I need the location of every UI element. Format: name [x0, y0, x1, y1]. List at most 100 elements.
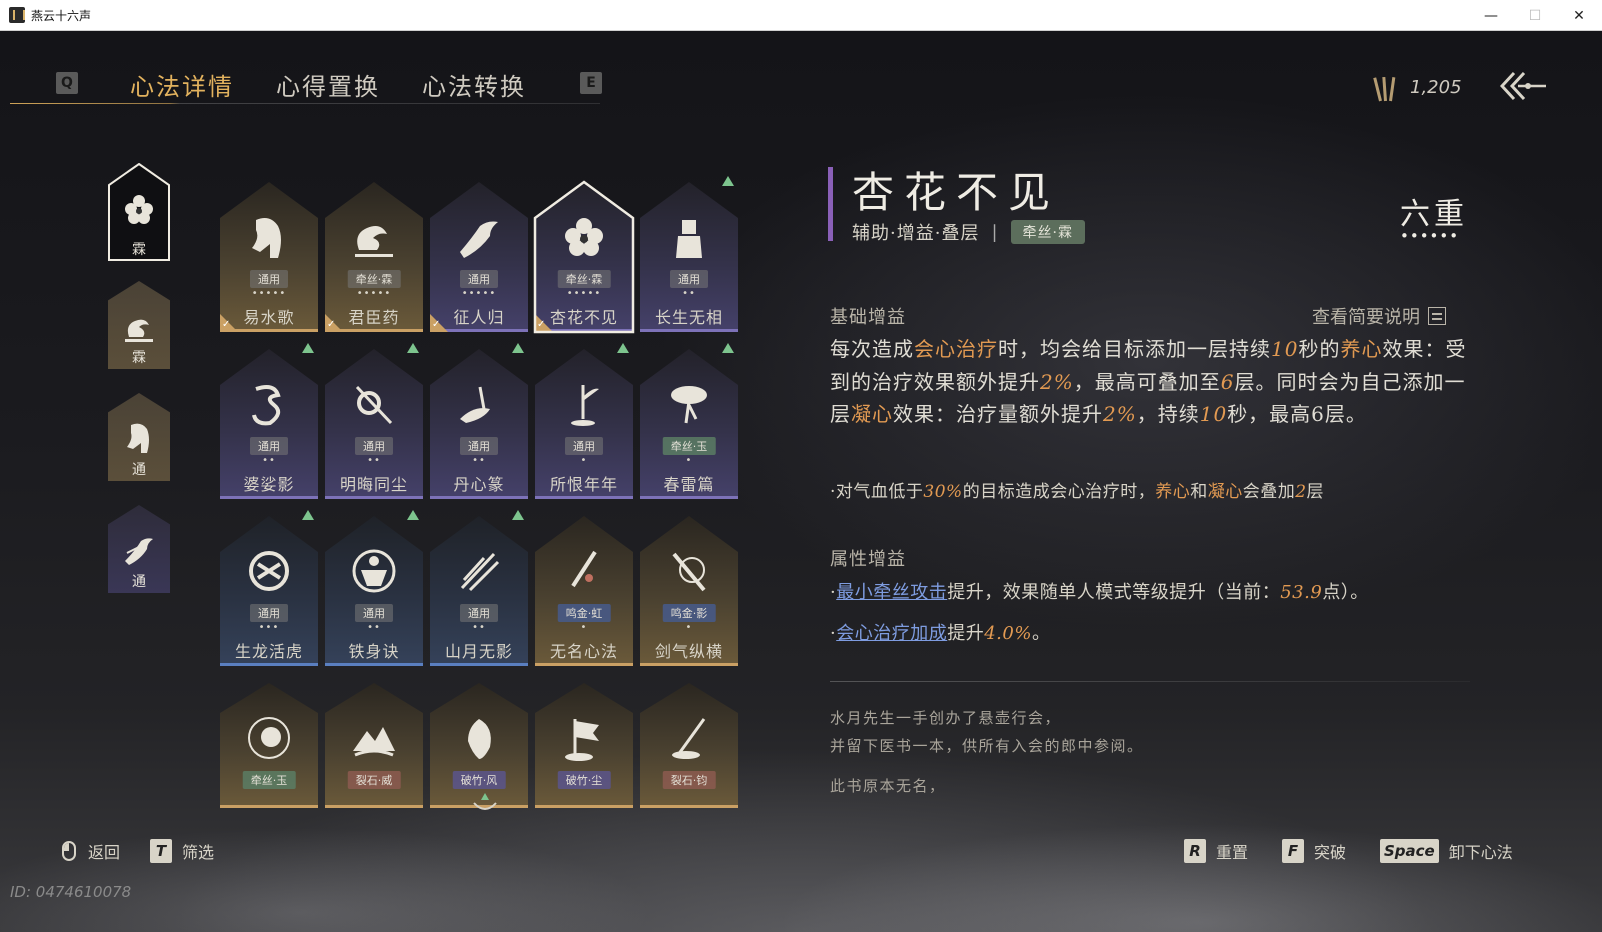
- xinfa-card[interactable]: 牵丝·霖 ••••• 君臣药 ✓: [325, 182, 423, 332]
- unequip-hint[interactable]: Space 卸下心法: [1380, 839, 1513, 863]
- card-school-tag: 裂石·钧: [662, 771, 716, 789]
- tab-xinfa-convert[interactable]: 心法转换: [422, 67, 526, 102]
- text-segment: 会叠加: [1242, 482, 1296, 502]
- xinfa-card[interactable]: 牵丝·玉: [220, 683, 318, 808]
- upgrade-arrow-icon: [722, 343, 734, 353]
- xinfa-card[interactable]: 裂石·威: [325, 683, 423, 808]
- upgrade-arrow-icon: [407, 343, 419, 353]
- text-segment: 和: [1190, 482, 1208, 502]
- window-title: 燕云十六声: [31, 8, 92, 23]
- filter-label: 筛选: [182, 843, 215, 862]
- card-rarity-line: [640, 805, 738, 808]
- category-label: 霖: [132, 242, 146, 258]
- base-gain-heading: 基础增益: [830, 307, 906, 328]
- card-level-dots: ••: [367, 622, 381, 633]
- scroll-down-icon[interactable]: [470, 791, 500, 817]
- text-segment: 每次造成: [830, 337, 914, 361]
- rank-dots: ••••••: [1400, 227, 1460, 245]
- xinfa-card[interactable]: 裂石·钧: [640, 683, 738, 808]
- sword-icon: [571, 550, 597, 588]
- crit-heal-bonus-link[interactable]: 会心治疗加成: [836, 623, 947, 644]
- xinfa-card[interactable]: 牵丝·玉 • 春雷篇: [640, 343, 738, 499]
- view-brief-description-button[interactable]: 查看简要说明: [1312, 303, 1446, 329]
- category-3[interactable]: 通: [108, 393, 170, 481]
- text-segment: 。: [1031, 623, 1051, 644]
- back-hint[interactable]: 返回: [62, 839, 120, 863]
- flag-icon: [565, 719, 599, 761]
- value-highlight: 10: [1271, 337, 1299, 361]
- back-arrow-icon[interactable]: [1500, 69, 1548, 103]
- category-4[interactable]: 通: [108, 505, 170, 593]
- horse-icon: [127, 423, 149, 453]
- upgrade-arrow-icon: [512, 343, 524, 353]
- sword-swirl-icon: [672, 552, 706, 592]
- close-button[interactable]: ✕: [1556, 0, 1602, 31]
- category-1[interactable]: 霖: [108, 163, 170, 261]
- min-qiansi-attack-link[interactable]: 最小牵丝攻击: [836, 582, 947, 603]
- attribute-gain-heading: 属性增益: [830, 549, 906, 570]
- text-segment: 层: [1306, 482, 1325, 502]
- card-school-tag: 通用: [460, 604, 498, 622]
- xinfa-card[interactable]: 通用 •• 山月无影: [430, 510, 528, 666]
- xinfa-subtitle: 辅助·增益·叠层: [852, 223, 980, 244]
- card-name: 春雷篇: [663, 475, 715, 494]
- next-tab-key[interactable]: E: [580, 72, 602, 94]
- xinfa-card[interactable]: 鸣金·影 • 剑气纵横: [640, 516, 738, 666]
- card-school-tag: 牵丝·霖: [347, 270, 401, 288]
- minimize-button[interactable]: —: [1468, 0, 1514, 31]
- xinfa-card[interactable]: 破竹·尘: [535, 683, 633, 808]
- keyword-crit-heal: 会心治疗: [914, 337, 998, 361]
- card-name: 婆娑影: [243, 475, 295, 494]
- xinfa-card[interactable]: 通用 •• 铁身诀: [325, 510, 423, 666]
- xinfa-card[interactable]: 通用 ••••• 易水歌 ✓: [220, 182, 318, 332]
- xinfa-card[interactable]: 牵丝·霖 ••••• 杏花不见 ✓: [533, 180, 635, 334]
- tab-insight-exchange[interactable]: 心得置换: [276, 67, 380, 102]
- equipped-check-icon: ✓: [325, 314, 343, 332]
- upgrade-arrow-icon: [617, 343, 629, 353]
- xinfa-card[interactable]: 通用 •• 长生无相: [640, 176, 738, 332]
- attribute-gain-2: ·会心治疗加成提升4.0%。: [830, 619, 1050, 645]
- xinfa-card[interactable]: 通用 •• 丹心篆: [430, 343, 528, 499]
- statue-icon: [676, 220, 702, 258]
- card-rarity-line: [535, 663, 633, 666]
- xinfa-card[interactable]: 破竹·风: [430, 683, 528, 808]
- swirl-icon: [249, 551, 289, 591]
- cauldron-icon: [355, 226, 393, 257]
- xinfa-card[interactable]: 通用 •• 婆娑影: [220, 343, 318, 499]
- upgrade-arrow-icon: [512, 510, 524, 520]
- window-titlebar: 燕云十六声 — ☐ ✕: [0, 0, 1602, 31]
- xinfa-card[interactable]: 通用 • 所恨年年: [535, 343, 633, 499]
- tab-xinfa-details[interactable]: 心法详情: [130, 67, 234, 102]
- xinfa-card[interactable]: 鸣金·虹 • 无名心法: [535, 516, 633, 666]
- card-name: 无名心法: [549, 642, 618, 661]
- maximize-button[interactable]: ☐: [1512, 0, 1558, 31]
- prev-tab-key[interactable]: Q: [56, 72, 78, 94]
- dragon-icon: [252, 385, 281, 426]
- xinfa-card[interactable]: 通用 ••••• 征人归 ✓: [430, 182, 528, 332]
- card-level-dots: •••••: [251, 288, 287, 299]
- card-rarity-line: [430, 496, 528, 499]
- equipped-check-icon: ✓: [430, 314, 448, 332]
- brush-bundle-icon: [1373, 73, 1396, 102]
- card-level-dots: ••: [682, 288, 696, 299]
- xinfa-card[interactable]: 通用 •• 明晦同尘: [325, 343, 423, 499]
- card-level-dots: •••: [258, 622, 280, 633]
- xinfa-card[interactable]: 通用 ••• 生龙活虎: [220, 510, 318, 666]
- school-badge: 牵丝·霖: [1010, 220, 1085, 244]
- upgrade-arrow-icon: [302, 343, 314, 353]
- category-2[interactable]: 霖: [108, 281, 170, 369]
- upgrade-arrow-icon: [722, 176, 734, 186]
- filter-hint[interactable]: T 筛选: [150, 839, 214, 863]
- bamboo-icon: [571, 385, 599, 426]
- space-key: Space: [1380, 839, 1439, 863]
- card-name: 山月无影: [444, 642, 513, 661]
- tree-icon: [671, 386, 707, 424]
- reset-hint[interactable]: R 重置: [1184, 839, 1248, 863]
- card-rarity-line: [640, 496, 738, 499]
- view-desc-label: 查看简要说明: [1312, 307, 1420, 328]
- mask-icon: [468, 719, 491, 759]
- xinfa-subtitle-row: 辅助·增益·叠层 | 牵丝·霖: [852, 219, 1085, 245]
- breakthrough-hint[interactable]: F 突破: [1282, 839, 1346, 863]
- app-icon: [9, 7, 25, 23]
- attribute-gain-1: ·最小牵丝攻击提升，效果随单人模式等级提升（当前：53.9点）。: [830, 578, 1369, 604]
